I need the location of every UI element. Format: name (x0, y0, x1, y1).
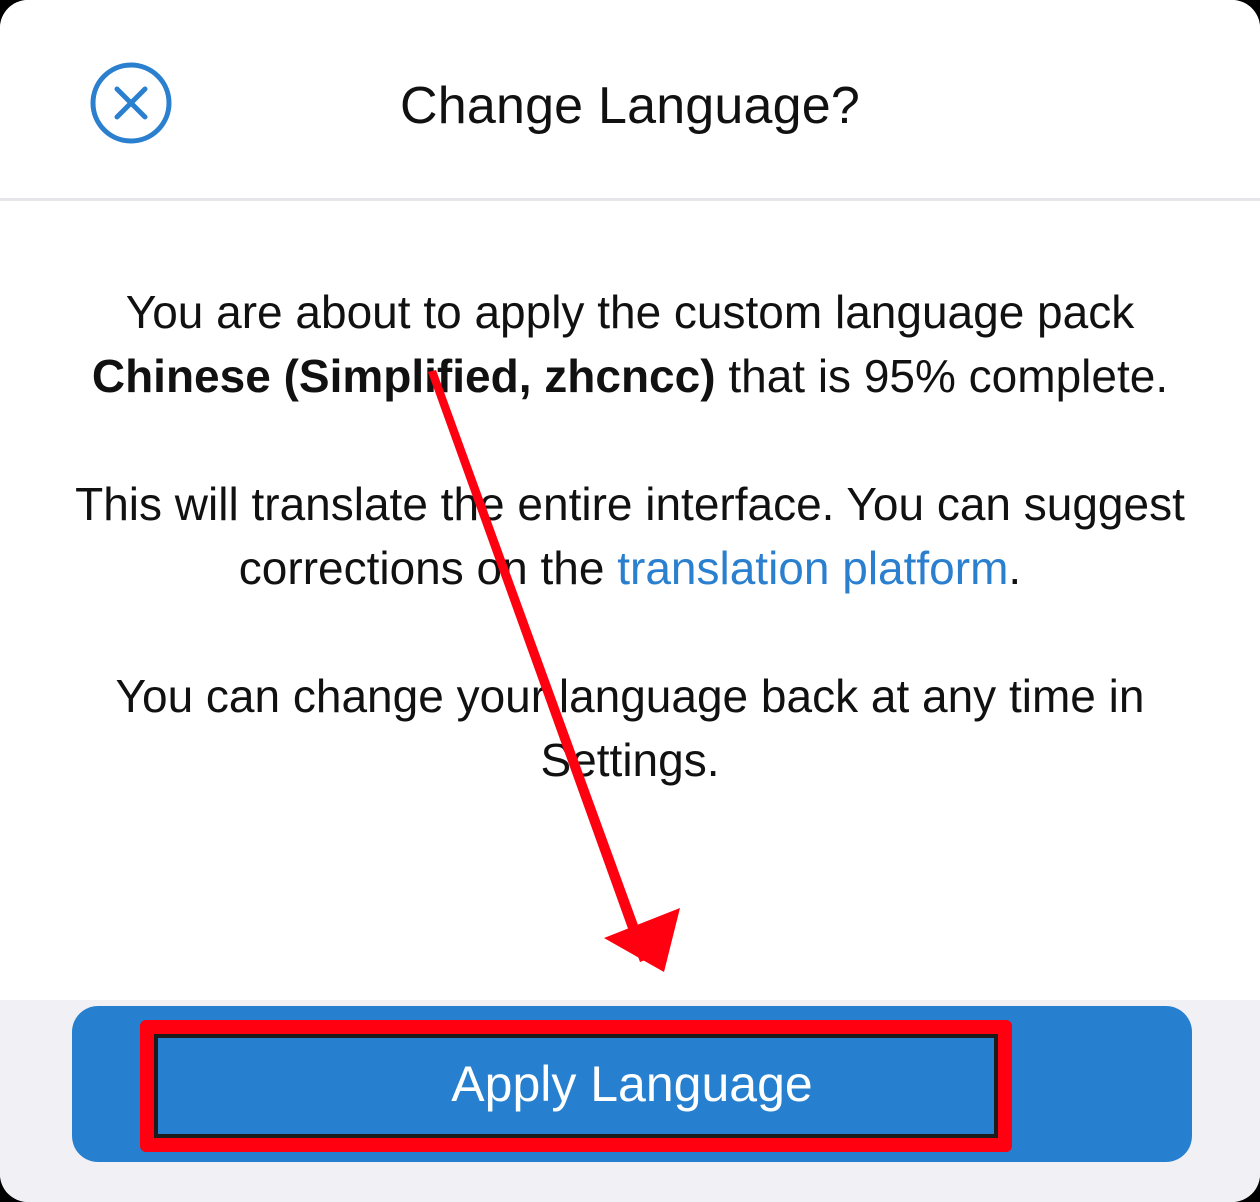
dialog-header: Change Language? (0, 0, 1260, 201)
message-paragraph-pack: You are about to apply the custom langua… (60, 280, 1200, 408)
dialog-title: Change Language? (399, 77, 861, 135)
pack-text-prefix: You are about to apply the custom langua… (125, 286, 1135, 338)
change-language-dialog: Change Language? You are about to apply … (0, 0, 1260, 1202)
translation-platform-link[interactable]: translation platform (617, 542, 1008, 594)
pack-text-suffix: that is 95% complete. (715, 350, 1169, 402)
apply-language-button[interactable]: Apply Language (72, 1006, 1192, 1162)
language-pack-name: Chinese (Simplified, zhcncc) (91, 350, 716, 402)
message-paragraph-translate: This will translate the entire interface… (60, 472, 1200, 600)
dialog-message: You are about to apply the custom langua… (60, 280, 1200, 792)
message-paragraph-settings: You can change your language back at any… (115, 670, 1145, 786)
translate-text-suffix: . (1008, 542, 1022, 594)
